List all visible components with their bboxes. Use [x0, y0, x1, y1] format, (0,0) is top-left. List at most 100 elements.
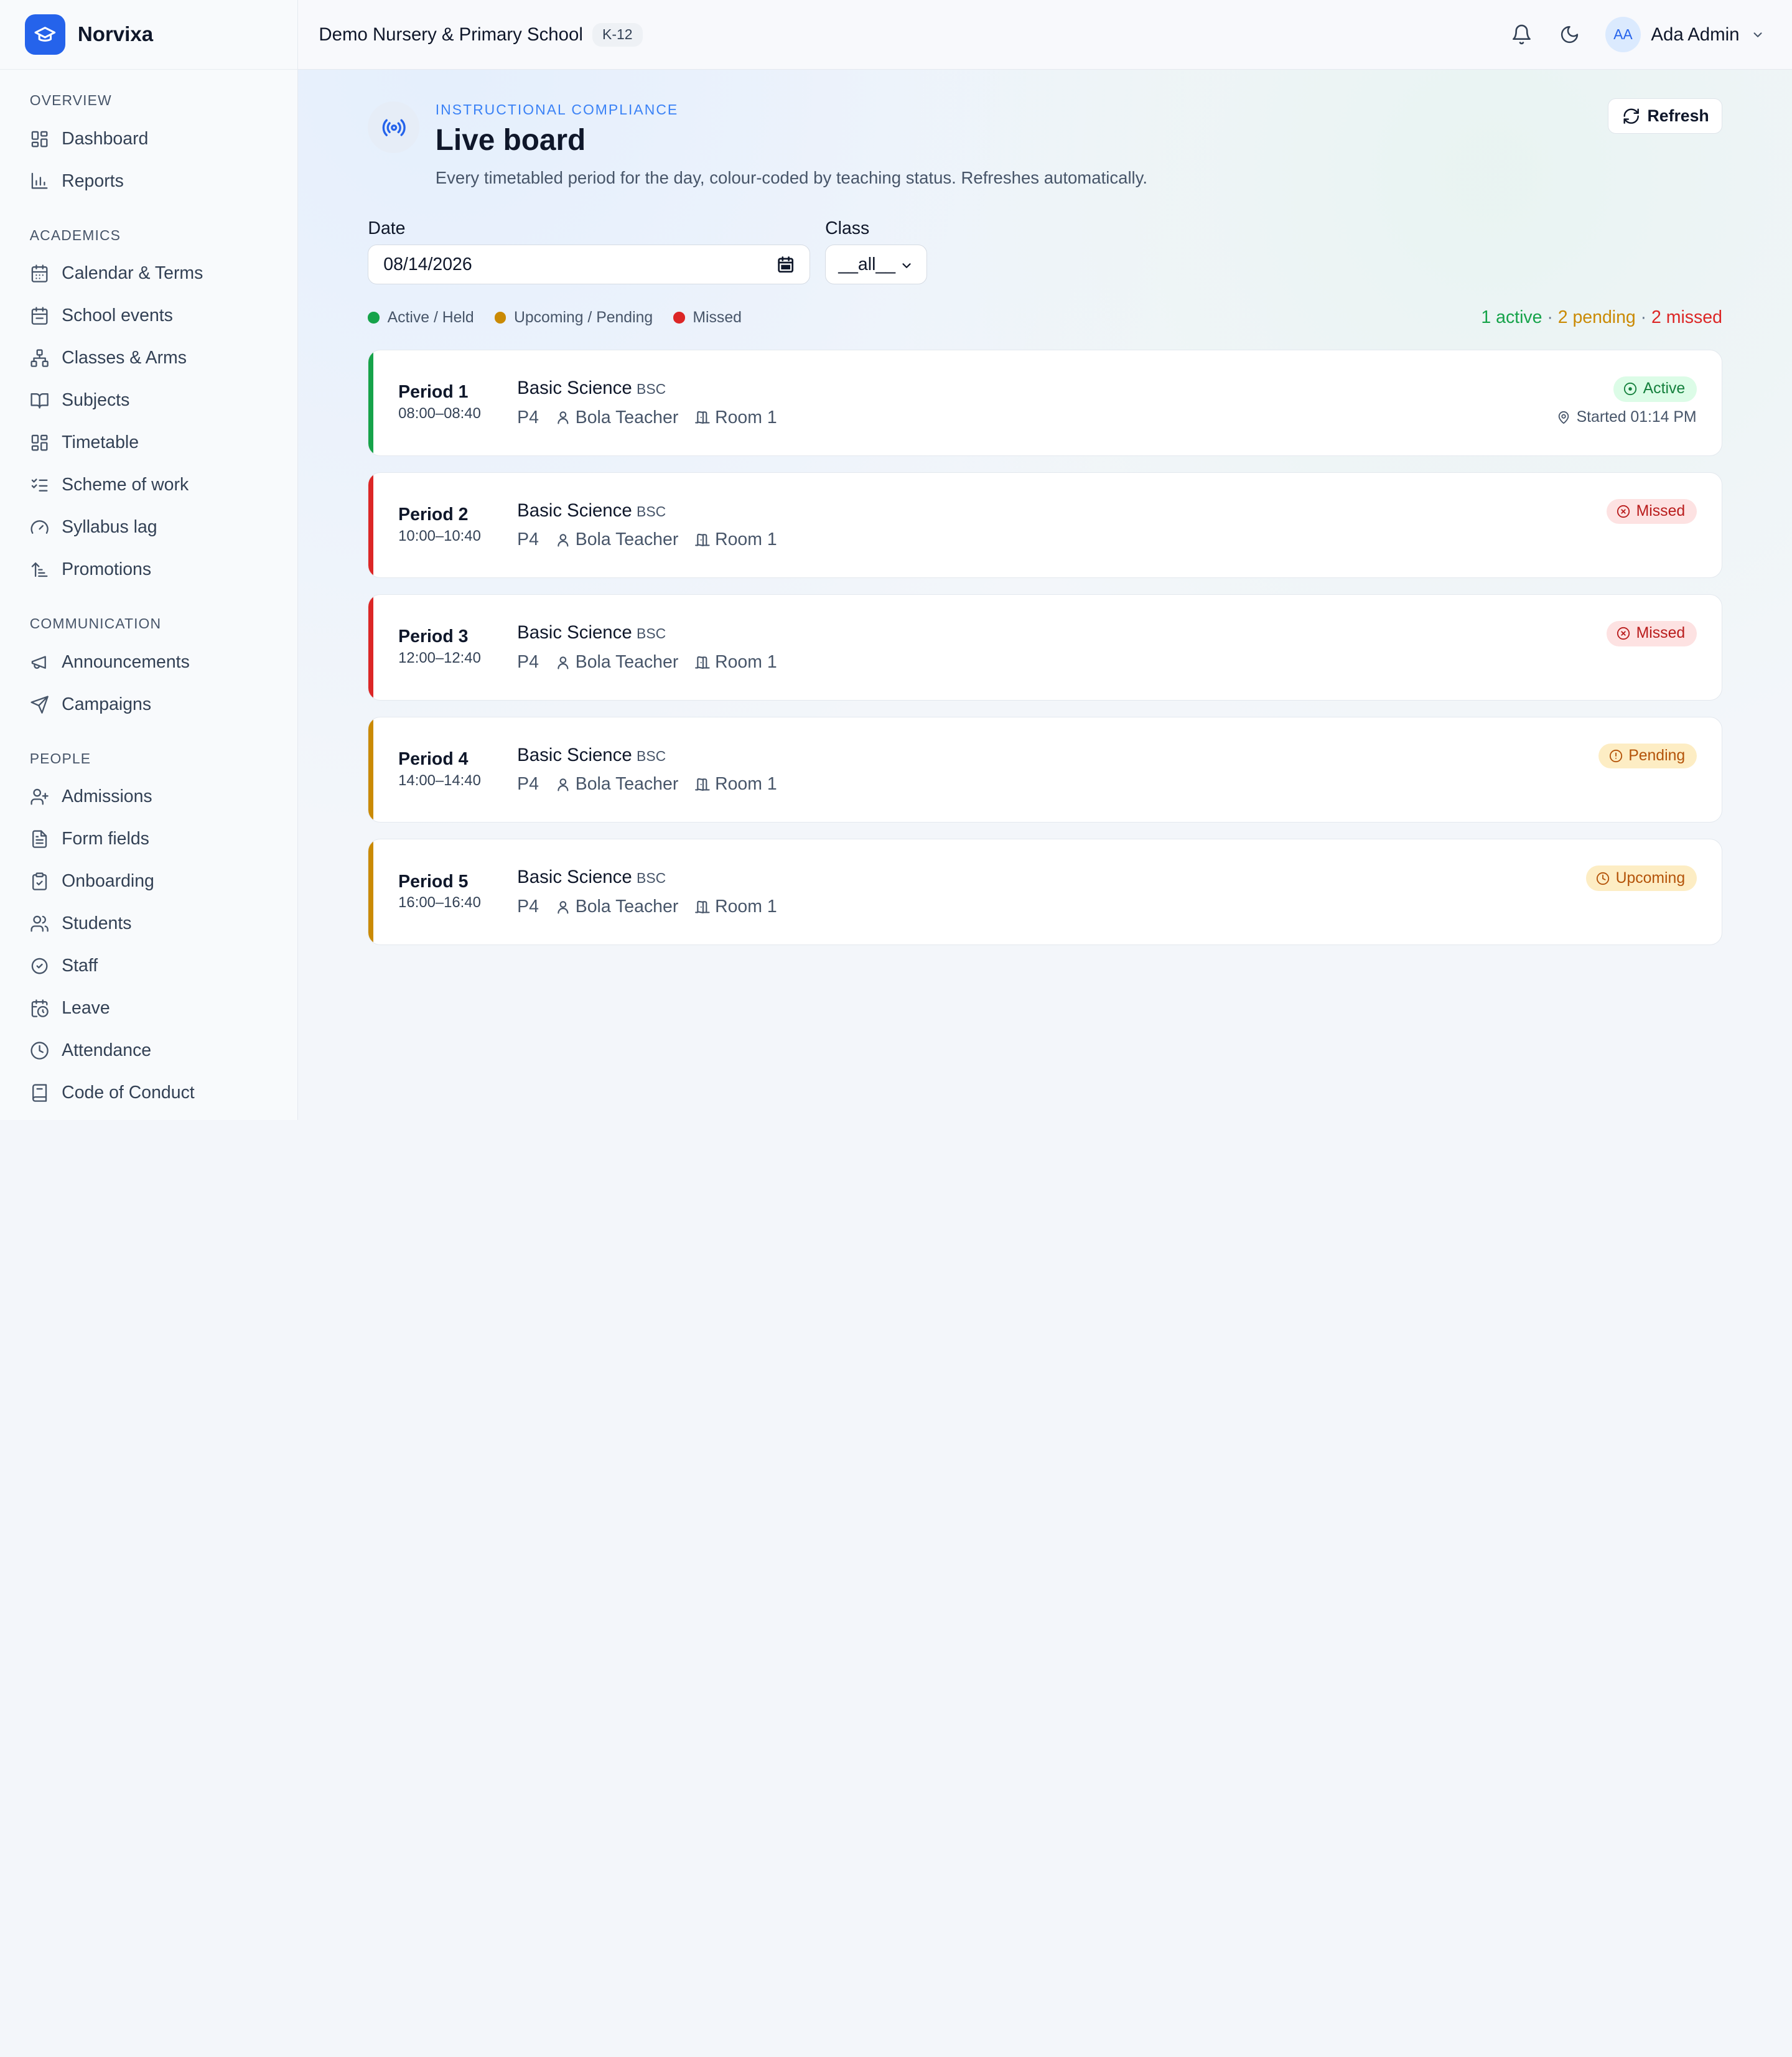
room: Room 1 — [694, 652, 777, 673]
legend-label: Upcoming / Pending — [513, 309, 653, 326]
summary-separator: · — [1635, 307, 1652, 328]
moon-icon[interactable] — [1557, 22, 1582, 47]
sidebar-item-label: Announcements — [62, 651, 190, 672]
period-name: Period 4 — [398, 749, 469, 769]
subject-code: BSC — [637, 381, 666, 398]
period-card[interactable]: Period 3 12:00–12:40 Basic Science BSC P4 Bol… — [368, 594, 1722, 701]
sidebar-item-timetable[interactable]: Timetable — [0, 422, 297, 464]
page-header: INSTRUCTIONAL COMPLIANCE Live board Ever… — [368, 98, 1722, 193]
network-icon — [30, 349, 49, 367]
period-card[interactable]: Period 1 08:00–08:40 Basic Science BSC P4 Bol… — [368, 350, 1722, 456]
room-name: Room 1 — [715, 651, 777, 672]
graduation-cap-icon — [25, 14, 65, 55]
sidebar-item-students[interactable]: Students — [0, 903, 297, 945]
sort-ascending-icon — [31, 562, 48, 577]
sidebar-item-label: Classes & Arms — [62, 348, 187, 368]
calendar-icon[interactable] — [777, 256, 795, 274]
room: Room 1 — [694, 529, 777, 550]
room-name: Room 1 — [715, 896, 777, 917]
sidebar-item-staff[interactable]: Staff — [0, 945, 297, 987]
sidebar-item-label: Scheme of work — [62, 475, 189, 495]
subject-name: Basic Science — [517, 378, 632, 399]
class-label: P4 — [517, 407, 539, 427]
sidebar-item-reports[interactable]: Reports — [0, 160, 297, 202]
period-name: Period 3 — [398, 627, 469, 647]
sidebar-item-dashboard[interactable]: Dashboard — [0, 118, 297, 160]
megaphone-icon — [31, 655, 46, 669]
user-menu[interactable]: AA Ada Admin — [1605, 17, 1765, 52]
subject: Basic Science BSC — [517, 622, 666, 643]
school-name[interactable]: Demo Nursery & Primary School — [319, 24, 582, 45]
badge-check-icon — [31, 958, 48, 974]
legend-item: Missed — [673, 309, 742, 327]
sidebar-item-promotions[interactable]: Promotions — [0, 549, 297, 591]
status-label: Pending — [1628, 747, 1686, 764]
calendar-clock-icon — [31, 999, 49, 1017]
bell-icon[interactable] — [1510, 22, 1534, 47]
period-card[interactable]: Period 4 14:00–14:40 Basic Science BSC P4 Bol… — [368, 716, 1722, 823]
period-meta: P4 Bola Teacher Room 1 — [517, 408, 793, 428]
period-list: Period 1 08:00–08:40 Basic Science BSC P4 Bol… — [368, 350, 1722, 961]
sidebar-item-syllabus-lag[interactable]: Syllabus lag — [0, 506, 297, 549]
avatar: AA — [1605, 17, 1641, 52]
sidebar-item-scheme-of-work[interactable]: Scheme of work — [0, 464, 297, 506]
sidebar-item-calendar-terms[interactable]: Calendar & Terms — [0, 253, 297, 295]
nav-section-communication: Communication Announcements Campaigns — [0, 613, 297, 725]
class-name: P4 — [517, 408, 539, 428]
class-select-value: __all__ — [838, 254, 896, 274]
status-badge: Missed — [1606, 498, 1697, 525]
status-badge: Active — [1613, 376, 1697, 402]
clock-icon — [30, 1042, 49, 1060]
date-input[interactable]: 08/14/2026 — [368, 245, 811, 285]
sidebar-item-attendance[interactable]: Attendance — [0, 1030, 297, 1072]
subject-name: Basic Science — [517, 622, 632, 643]
summary-pending: 2 pending — [1557, 307, 1636, 328]
sidebar-item-school-events[interactable]: School events — [0, 295, 297, 337]
subject-name: Basic Science — [517, 744, 632, 765]
user-icon — [557, 411, 569, 425]
sidebar-item-announcements[interactable]: Announcements — [0, 641, 297, 683]
period-card[interactable]: Period 2 10:00–10:40 Basic Science BSC P4 Bol… — [368, 472, 1722, 579]
sidebar-item-admissions[interactable]: Admissions — [0, 776, 297, 818]
period-meta: P4 Bola Teacher Room 1 — [517, 774, 793, 795]
clock-icon — [1597, 872, 1610, 885]
calendar-icon — [31, 264, 48, 282]
door-icon — [695, 900, 710, 913]
refresh-button[interactable]: Refresh — [1608, 98, 1722, 134]
period-time: 08:00–08:40 — [398, 405, 481, 422]
user-icon — [557, 534, 569, 547]
nav-section-heading: Overview — [29, 92, 112, 109]
sidebar-item-form-fields[interactable]: Form fields — [0, 818, 297, 861]
sidebar-item-campaigns[interactable]: Campaigns — [0, 683, 297, 725]
subject: Basic Science BSC — [517, 745, 666, 766]
brand-name: Norvixa — [77, 22, 154, 46]
sidebar-nav: Overview Dashboard Reports Academics Calenda… — [0, 70, 297, 1114]
grid-icon — [31, 434, 48, 451]
teacher-name: Bola Teacher — [575, 651, 679, 672]
teacher: Bola Teacher — [555, 897, 678, 917]
radio-broadcast-icon — [368, 101, 420, 154]
sidebar-item-subjects[interactable]: Subjects — [0, 380, 297, 422]
brand[interactable]: Norvixa — [0, 0, 298, 70]
sidebar-item-leave[interactable]: Leave — [0, 987, 297, 1030]
top-header: Demo Nursery & Primary School K-12 AA Ad… — [298, 0, 1792, 70]
sidebar-item-code-of-conduct[interactable]: Code of Conduct — [0, 1072, 297, 1114]
room: Room 1 — [694, 897, 777, 917]
sidebar-item-label: Reports — [62, 170, 124, 191]
status-bar — [368, 595, 373, 700]
period-time: 16:00–16:40 — [398, 894, 481, 912]
sidebar-item-label: Admissions — [62, 786, 152, 807]
door-icon — [695, 778, 710, 791]
period-card[interactable]: Period 5 16:00–16:40 Basic Science BSC P4 Bol… — [368, 839, 1722, 945]
sidebar-item-classes-arms[interactable]: Classes & Arms — [0, 337, 297, 380]
status-dot — [673, 312, 685, 324]
legend-item: Active / Held — [368, 309, 474, 327]
period-time: 14:00–14:40 — [398, 772, 481, 789]
subject-code: BSC — [637, 747, 666, 764]
door-icon — [695, 533, 710, 547]
teacher-name: Bola Teacher — [575, 774, 679, 795]
class-select[interactable]: __all__ — [825, 245, 927, 285]
period-meta: P4 Bola Teacher Room 1 — [517, 652, 793, 673]
teacher: Bola Teacher — [555, 651, 679, 673]
sidebar-item-onboarding[interactable]: Onboarding — [0, 861, 297, 903]
